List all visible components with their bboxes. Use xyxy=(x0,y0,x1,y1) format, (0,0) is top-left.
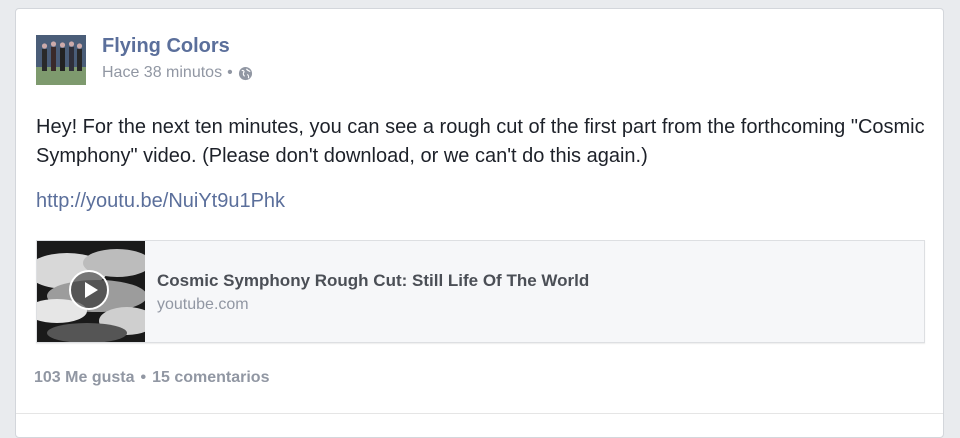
link-attachment[interactable]: Cosmic Symphony Rough Cut: Still Life Of… xyxy=(36,240,925,343)
video-thumbnail[interactable] xyxy=(37,241,145,342)
attachment-domain: youtube.com xyxy=(157,296,249,313)
post-stats: 103 Me gusta • 15 comentarios xyxy=(34,369,269,387)
stats-separator: • xyxy=(140,369,147,386)
post-card: Flying Colors Hace 38 minutos • Hey! For… xyxy=(15,8,944,438)
likes-count[interactable]: 103 Me gusta xyxy=(34,369,134,387)
avatar[interactable] xyxy=(36,35,86,85)
meta-separator: • xyxy=(227,64,233,81)
comments-count[interactable]: 15 comentarios xyxy=(152,369,269,387)
divider xyxy=(16,413,943,414)
post-timestamp[interactable]: Hace 38 minutos xyxy=(102,64,222,82)
play-icon[interactable] xyxy=(69,270,109,310)
post-meta: Hace 38 minutos • xyxy=(102,64,253,82)
attachment-title[interactable]: Cosmic Symphony Rough Cut: Still Life Of… xyxy=(157,271,589,291)
post-link[interactable]: http://youtu.be/NuiYt9u1Phk xyxy=(36,190,285,213)
post-text: Hey! For the next ten minutes, you can s… xyxy=(36,116,925,167)
globe-icon[interactable] xyxy=(238,66,253,81)
post-author[interactable]: Flying Colors xyxy=(102,35,230,58)
